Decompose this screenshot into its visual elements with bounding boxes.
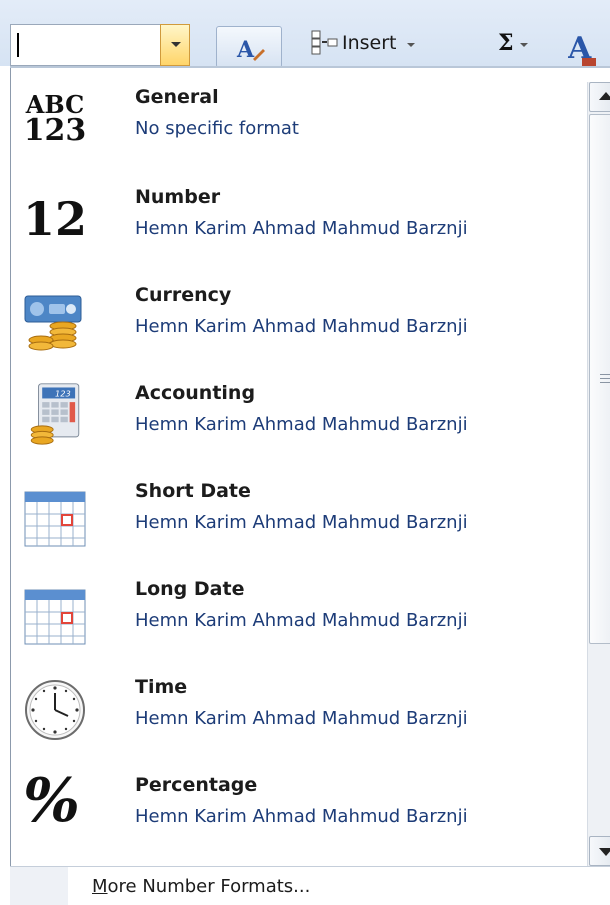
format-example: Hemn Karim Ahmad Mahmud Barznji [135, 610, 468, 631]
number-12-icon: 12 [23, 192, 88, 246]
format-title: Time [135, 676, 188, 698]
number-format-gallery: ABC 123 General No specific format 12 Nu… [10, 66, 610, 905]
format-example: Hemn Karim Ahmad Mahmud Barznji [135, 708, 468, 729]
scroll-up-arrow-icon[interactable] [589, 82, 610, 112]
format-title: Currency [135, 284, 232, 306]
format-item-short-date[interactable]: Short Date Hemn Karim Ahmad Mahmud Barzn… [11, 476, 577, 574]
insert-dropdown-arrow-icon[interactable] [406, 43, 415, 47]
footer-divider [10, 866, 610, 867]
123-text: 123 [23, 112, 87, 148]
insert-button[interactable]: Insert [310, 26, 415, 60]
scroll-thumb[interactable] [589, 114, 610, 644]
format-example: Hemn Karim Ahmad Mahmud Barznji [135, 512, 468, 533]
insert-label: Insert [342, 32, 397, 54]
svg-text:A: A [236, 37, 255, 61]
number-format-dropdown-button[interactable] [160, 24, 190, 66]
format-example: Hemn Karim Ahmad Mahmud Barznji [135, 218, 468, 239]
footer-icon-gutter [10, 867, 68, 905]
clock-icon [25, 680, 85, 740]
format-title: Long Date [135, 578, 245, 600]
currency-icon [24, 295, 82, 351]
percent-icon: % [23, 766, 81, 836]
accounting-icon: 123 [30, 383, 80, 445]
text-cursor [17, 33, 19, 57]
scroll-grip-icon [600, 374, 610, 384]
autosum-dropdown-arrow-icon[interactable] [519, 43, 528, 47]
format-example: No specific format [135, 118, 299, 139]
more-number-formats-link[interactable]: More Number Formats... [92, 876, 310, 897]
format-title: Short Date [135, 480, 251, 502]
more-label: ore Number Formats... [107, 876, 311, 897]
format-item-percentage[interactable]: % Percentage Hemn Karim Ahmad Mahmud Bar… [11, 766, 577, 868]
calendar-icon [24, 589, 86, 645]
more-accelerator: M [92, 876, 108, 897]
calendar-icon [24, 491, 86, 547]
format-item-currency[interactable]: Currency Hemn Karim Ahmad Mahmud Barznji [11, 280, 577, 378]
autosum-button[interactable]: Σ [498, 26, 528, 60]
cell-styles-button[interactable]: A [216, 26, 282, 68]
scroll-down-arrow-icon[interactable] [589, 836, 610, 866]
format-example: Hemn Karim Ahmad Mahmud Barznji [135, 414, 468, 435]
gallery-top-border [10, 66, 610, 68]
format-item-number[interactable]: 12 Number Hemn Karim Ahmad Mahmud Barznj… [11, 182, 577, 280]
sigma-icon: Σ [498, 30, 514, 56]
abc-123-icon: ABC 123 [23, 93, 87, 158]
svg-text:123: 123 [55, 389, 71, 399]
format-item-general[interactable]: ABC 123 General No specific format [11, 82, 577, 180]
format-title: Number [135, 186, 221, 208]
format-item-long-date[interactable]: Long Date Hemn Karim Ahmad Mahmud Barznj… [11, 574, 577, 672]
format-example: Hemn Karim Ahmad Mahmud Barznji [135, 316, 468, 337]
format-title: Percentage [135, 774, 258, 796]
vertical-scrollbar[interactable] [587, 82, 610, 866]
format-title: General [135, 86, 219, 108]
font-style-icon: A [236, 37, 265, 61]
format-item-time[interactable]: Time Hemn Karim Ahmad Mahmud Barznji [11, 672, 577, 770]
format-title: Accounting [135, 382, 256, 404]
format-example: Hemn Karim Ahmad Mahmud Barznji [135, 806, 468, 827]
format-item-accounting[interactable]: 123 Accounting Hemn Karim Ahmad Mahmud B… [11, 378, 577, 476]
sort-filter-icon[interactable]: A [568, 28, 608, 68]
number-format-window: A Insert Σ A ABC 123 General No specific… [0, 0, 610, 905]
insert-cells-icon [311, 30, 338, 55]
